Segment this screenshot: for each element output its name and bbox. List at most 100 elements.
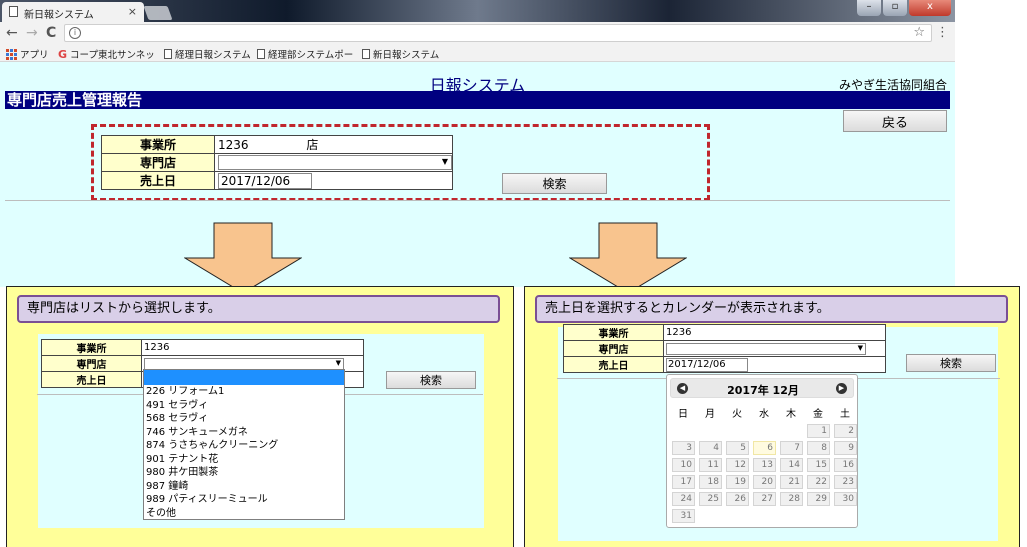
date-picker-calendar: ◀ 2017年 12月 ▶ 日月火水木金土 1 2 3 4 5 6 7 8 9 10 11 12 13 14… [666,374,858,528]
calendar-day[interactable]: 6 [753,441,776,455]
reload-icon[interactable]: C [46,25,56,41]
search-button[interactable]: 検索 [502,173,607,194]
calendar-day[interactable]: 25 [699,492,722,506]
office-value: 1236 [663,324,886,341]
bookmark-label: 経理部システムポー [268,50,354,61]
calendar-day[interactable]: 31 [672,509,695,523]
browser-toolbar: ← → C i ☆ ⋮ [0,22,955,44]
dropdown-option[interactable]: 746 サンキューメガネ [144,426,344,440]
dropdown-option[interactable]: その他 [144,507,344,521]
browser-chrome: 新日報システム × – ▫ x ← → C i ☆ ⋮ アプリ G コープ東北サ… [0,0,955,62]
new-tab-button[interactable] [143,6,173,20]
back-arrow-icon[interactable]: ← [6,25,18,41]
shop-label: 専門店 [101,153,215,172]
dropdown-option[interactable]: 568 セラヴィ [144,412,344,426]
arrow-shape [184,222,302,294]
calendar-day[interactable]: 15 [807,458,830,472]
calendar-day[interactable]: 27 [753,492,776,506]
bookmark-keiribu-portal[interactable]: 経理部システムポー [257,47,353,61]
page-content: 日報システム みやぎ生活協同組合 専門店売上管理報告 戻る 事業所 1236 店… [0,62,955,287]
tab-title: 新日報システム [24,10,94,21]
bookmarks-bar: アプリ G コープ東北サンネッ 経理日報システム 経理部システムポー 新日報シス… [0,44,955,62]
window-close-button[interactable]: x [909,0,951,16]
bookmark-coop[interactable]: G コープ東北サンネッ [58,47,155,62]
calendar-day[interactable]: 30 [834,492,857,506]
page-header: 専門店売上管理報告 [5,91,950,109]
office-label: 事業所 [563,324,664,341]
shop-dropdown-list: 226 リフォーム1 491 セラヴィ 568 セラヴィ 746 サンキューメガ… [143,369,345,520]
dropdown-option[interactable]: 491 セラヴィ [144,399,344,413]
office-value: 1236 [218,138,249,152]
weekday-header: 木 [786,409,796,420]
next-month-icon[interactable]: ▶ [836,383,847,394]
page-icon [164,49,172,59]
calendar-day[interactable]: 4 [699,441,722,455]
bookmark-shin-nippo[interactable]: 新日報システム [362,47,439,61]
dropdown-option[interactable]: 226 リフォーム1 [144,385,344,399]
calendar-day[interactable]: 24 [672,492,695,506]
close-icon[interactable]: × [128,5,137,18]
dropdown-option[interactable]: 901 テナント花 [144,453,344,467]
calendar-day[interactable]: 7 [780,441,803,455]
arrow-shape [569,222,687,294]
dropdown-option[interactable]: 989 パティスリーミュール [144,493,344,507]
shop-select[interactable]: ▼ [666,342,866,355]
calendar-day[interactable]: 22 [807,475,830,489]
bookmark-keiri-nippo[interactable]: 経理日報システム [164,47,251,61]
calendar-day[interactable]: 2 [834,424,857,438]
search-button[interactable]: 検索 [906,354,996,372]
minimize-button[interactable]: – [857,0,881,16]
down-arrow-left [184,222,302,294]
date-input[interactable]: 2017/12/06 [666,357,748,372]
info-icon[interactable]: i [69,27,81,39]
search-button[interactable]: 検索 [386,371,476,389]
calendar-day[interactable]: 28 [780,492,803,506]
calendar-day[interactable]: 1 [807,424,830,438]
calendar-day[interactable]: 29 [807,492,830,506]
calendar-title: 2017年 12月 [727,384,799,397]
shop-value-cell: ▼ [214,153,453,172]
calendar-day[interactable]: 23 [834,475,857,489]
chevron-down-icon: ▼ [857,343,863,352]
bookmark-apps[interactable]: アプリ [6,47,49,61]
right-form-table: 事業所 1236 専門店 ▼ 売上日 2017/12/06 [563,324,886,373]
forward-arrow-icon[interactable]: → [26,25,38,41]
address-bar[interactable]: i ☆ [64,24,932,42]
shop-select[interactable]: ▼ [218,155,452,170]
weekday-header: 月 [705,409,715,420]
page-icon [257,49,265,59]
shop-select[interactable]: ▼ [144,357,344,370]
window-controls: – ▫ x [857,0,951,18]
maximize-button[interactable]: ▫ [883,0,907,16]
calendar-day[interactable]: 21 [780,475,803,489]
calendar-day[interactable]: 17 [672,475,695,489]
chevron-down-icon: ▼ [441,157,448,166]
calendar-day[interactable]: 16 [834,458,857,472]
calendar-day[interactable]: 13 [753,458,776,472]
calendar-day[interactable]: 18 [699,475,722,489]
calendar-day[interactable]: 10 [672,458,695,472]
calendar-day[interactable]: 3 [672,441,695,455]
calendar-day[interactable]: 14 [780,458,803,472]
search-form-table: 事業所 1236 店 専門店 ▼ 売上日 2017/12/06 [101,135,453,190]
calendar-day[interactable]: 5 [726,441,749,455]
calendar-day[interactable]: 19 [726,475,749,489]
back-button[interactable]: 戻る [843,110,947,132]
dropdown-option[interactable]: 980 井ケ田製茶 [144,466,344,480]
calendar-day[interactable]: 26 [726,492,749,506]
dropdown-option[interactable]: 874 うさちゃんクリーニング [144,439,344,453]
kebab-menu-icon[interactable]: ⋮ [936,25,949,40]
apps-grid-icon [6,48,17,60]
date-input[interactable]: 2017/12/06 [218,172,312,189]
star-icon[interactable]: ☆ [913,25,925,40]
calendar-day[interactable]: 12 [726,458,749,472]
calendar-day[interactable]: 8 [807,441,830,455]
calendar-day[interactable]: 11 [699,458,722,472]
office-suffix: 店 [306,138,319,152]
calendar-day[interactable]: 20 [753,475,776,489]
calendar-day[interactable]: 9 [834,441,857,455]
bookmark-label: 経理日報システム [175,50,251,61]
browser-tab[interactable]: 新日報システム × [2,2,144,22]
dropdown-option[interactable]: 987 鐘崎 [144,480,344,494]
dropdown-option[interactable] [144,370,344,385]
